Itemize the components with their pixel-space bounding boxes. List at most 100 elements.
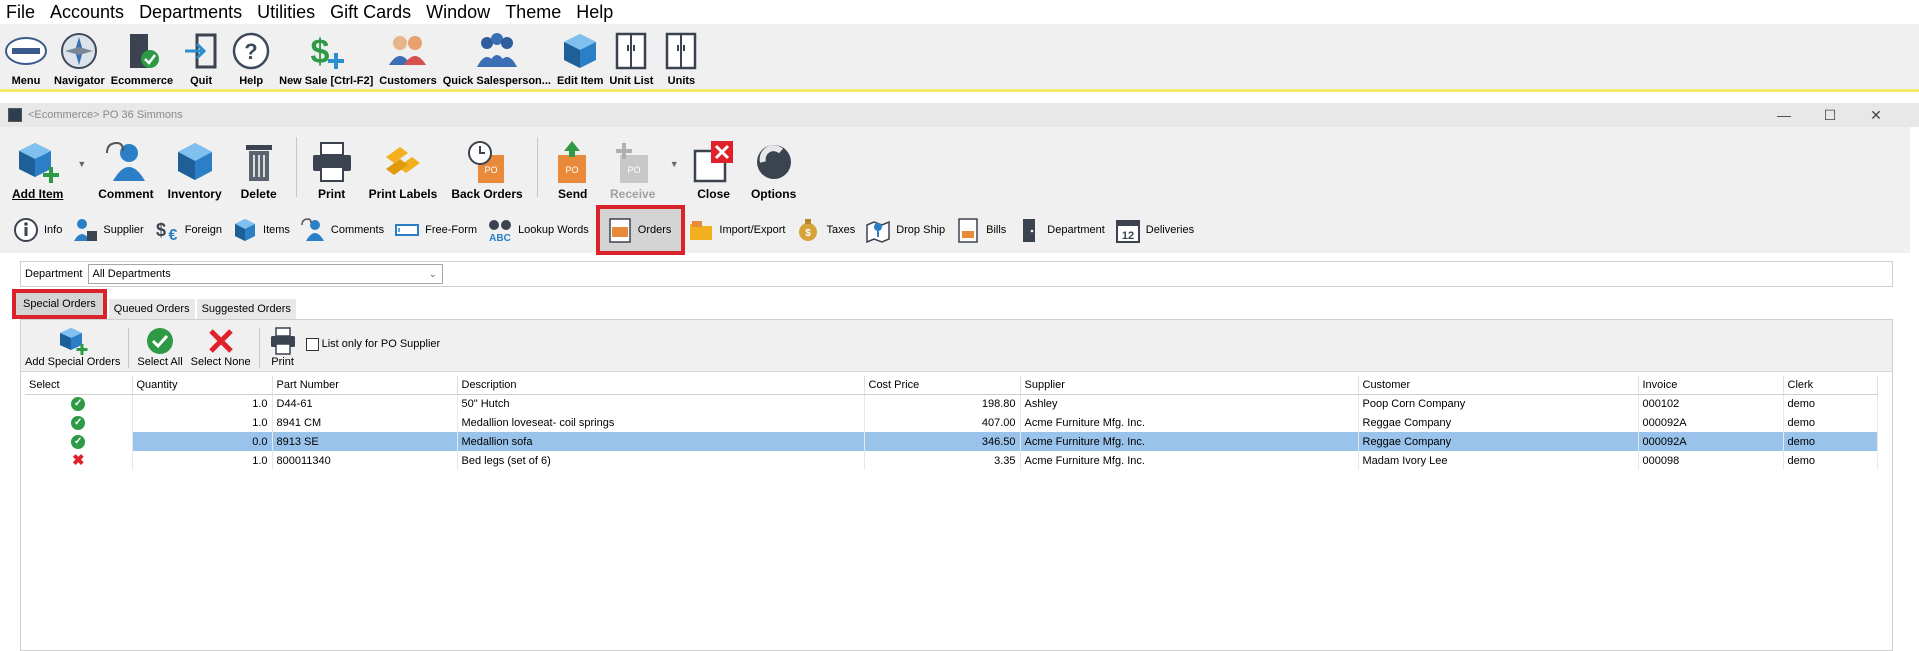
select-none-button[interactable]: Select None [191,326,251,368]
col-customer[interactable]: Customer [1358,376,1639,395]
row-select-cell[interactable]: ✓ [25,413,133,432]
add-special-orders-button[interactable]: Add Special Orders [25,326,120,368]
delete-button[interactable]: Delete [236,139,282,201]
part-number-cell[interactable]: 8941 CM [272,413,458,432]
part-number-cell[interactable]: 800011340 [272,451,458,470]
units-button[interactable]: Units [659,25,703,89]
customer-cell[interactable]: Poop Corn Company [1358,394,1639,413]
part-number-cell[interactable]: 8913 SE [272,432,458,451]
invoice-cell[interactable]: 000092A [1638,432,1784,451]
col-quantity[interactable]: Quantity [132,376,273,395]
description-cell[interactable]: Medallion sofa [457,432,865,451]
supplier-cell[interactable]: Acme Furniture Mfg. Inc. [1020,413,1359,432]
tab-free-form[interactable]: Free-Form [391,212,484,248]
quantity-cell[interactable]: 0.0 [132,432,273,451]
print-labels-button[interactable]: Print Labels [369,139,437,201]
description-cell[interactable]: Bed legs (set of 6) [457,451,865,470]
x-icon[interactable]: ✖ [72,452,85,469]
menu-help[interactable]: Help [576,0,613,24]
tab-lookup-words[interactable]: ABC Lookup Words [484,212,596,248]
col-cost-price[interactable]: Cost Price [864,376,1021,395]
cost-price-cell[interactable]: 407.00 [864,413,1021,432]
maximize-button[interactable]: ☐ [1807,107,1853,124]
tab-deliveries[interactable]: 12 Deliveries [1112,212,1201,248]
table-row[interactable]: ✓ 1.0 8941 CM Medallion loveseat- coil s… [25,413,1878,432]
row-select-cell[interactable]: ✓ [25,432,133,451]
clerk-cell[interactable]: demo [1783,451,1878,470]
col-description[interactable]: Description [457,376,865,395]
add-item-button[interactable]: Add Item [12,139,63,201]
invoice-cell[interactable]: 000098 [1638,451,1784,470]
tab-import-export[interactable]: Import/Export [685,212,792,248]
description-cell[interactable]: Medallion loveseat- coil springs [457,413,865,432]
menu-departments[interactable]: Departments [139,0,242,24]
quantity-cell[interactable]: 1.0 [132,413,273,432]
add-item-dropdown-icon[interactable]: ▼ [77,159,86,169]
tab-foreign[interactable]: $ € Foreign [151,212,229,248]
options-button[interactable]: Options [751,139,797,201]
menu-accounts[interactable]: Accounts [50,0,124,24]
col-clerk[interactable]: Clerk [1783,376,1878,395]
new-sale-button[interactable]: $ New Sale [Ctrl-F2] [279,25,373,89]
quantity-cell[interactable]: 1.0 [132,394,273,413]
invoice-cell[interactable]: 000092A [1638,413,1784,432]
subtab-queued-orders[interactable]: Queued Orders [108,299,195,319]
minimize-button[interactable]: — [1761,107,1807,123]
menu-utilities[interactable]: Utilities [257,0,315,24]
cost-price-cell[interactable]: 346.50 [864,432,1021,451]
col-invoice[interactable]: Invoice [1638,376,1784,395]
tab-drop-ship[interactable]: Drop Ship [862,212,952,248]
clerk-cell[interactable]: demo [1783,394,1878,413]
clerk-cell[interactable]: demo [1783,413,1878,432]
col-select[interactable]: Select [25,376,133,395]
supplier-cell[interactable]: Ashley [1020,394,1359,413]
menu-file[interactable]: File [6,0,35,24]
table-row[interactable]: ✖ 1.0 800011340 Bed legs (set of 6) 3.35… [25,451,1878,470]
tab-info[interactable]: Info [10,212,69,248]
customer-cell[interactable]: Reggae Company [1358,413,1639,432]
quit-button[interactable]: Quit [179,25,223,89]
tab-supplier[interactable]: Supplier [69,212,150,248]
tab-taxes[interactable]: $ Taxes [792,212,862,248]
check-circle-icon[interactable]: ✓ [71,396,86,411]
quick-salesperson-button[interactable]: Quick Salesperson... [443,25,551,89]
tab-department[interactable]: Department [1013,212,1111,248]
cost-price-cell[interactable]: 3.35 [864,451,1021,470]
customers-button[interactable]: Customers [379,25,437,89]
close-window-button[interactable]: ✕ [1853,107,1899,124]
inventory-button[interactable]: Inventory [168,139,222,201]
menu-theme[interactable]: Theme [505,0,561,24]
edit-item-button[interactable]: Edit Item [557,25,603,89]
comment-button[interactable]: Comment [98,139,154,201]
col-part-number[interactable]: Part Number [272,376,458,395]
row-select-cell[interactable]: ✖ [25,451,133,470]
help-button[interactable]: ? Help [229,25,273,89]
table-row-selected[interactable]: ✓ 0.0 8913 SE Medallion sofa 346.50 Acme… [25,432,1878,451]
col-supplier[interactable]: Supplier [1020,376,1359,395]
back-orders-button[interactable]: PO Back Orders [451,139,523,201]
print-orders-button[interactable]: Print [268,326,298,368]
menu-window[interactable]: Window [426,0,490,24]
table-row[interactable]: ✓ 1.0 D44-61 50" Hutch 198.80 Ashley Poo… [25,394,1878,413]
quantity-cell[interactable]: 1.0 [132,451,273,470]
invoice-cell[interactable]: 000102 [1638,394,1784,413]
menu-button[interactable]: Menu [4,25,48,89]
description-cell[interactable]: 50" Hutch [457,394,865,413]
check-circle-icon[interactable]: ✓ [71,434,86,449]
customer-cell[interactable]: Reggae Company [1358,432,1639,451]
part-number-cell[interactable]: D44-61 [272,394,458,413]
supplier-cell[interactable]: Acme Furniture Mfg. Inc. [1020,432,1359,451]
tab-bills[interactable]: Bills [952,212,1013,248]
row-select-cell[interactable]: ✓ [25,394,133,413]
tab-comments[interactable]: Comments [297,212,391,248]
supplier-cell[interactable]: Acme Furniture Mfg. Inc. [1020,451,1359,470]
menu-gift-cards[interactable]: Gift Cards [330,0,411,24]
list-only-po-supplier-checkbox[interactable]: List only for PO Supplier [305,337,440,351]
tab-orders[interactable]: Orders [595,205,686,255]
subtab-special-orders[interactable]: Special Orders [12,289,107,319]
subtab-suggested-orders[interactable]: Suggested Orders [196,299,296,319]
unit-list-button[interactable]: Unit List [609,25,653,89]
cost-price-cell[interactable]: 198.80 [864,394,1021,413]
send-button[interactable]: PO Send [550,139,596,201]
clerk-cell[interactable]: demo [1783,432,1878,451]
